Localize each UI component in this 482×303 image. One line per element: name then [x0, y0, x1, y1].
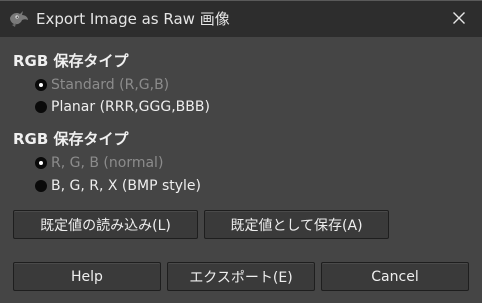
cancel-button[interactable]: Cancel — [321, 262, 469, 291]
radio-selected-indicator[interactable] — [35, 79, 47, 91]
window-title: Export Image as Raw 画像 — [36, 10, 230, 28]
radio-standard[interactable]: Standard (R,G,B) — [35, 75, 169, 95]
radio-label: B, G, R, X (BMP style) — [51, 178, 201, 194]
load-defaults-button[interactable]: 既定値の読み込み(L) — [13, 210, 198, 239]
gimp-wilber-icon — [8, 10, 30, 28]
radio-label: R, G, B (normal) — [51, 155, 164, 171]
radio-rgb-normal[interactable]: R, G, B (normal) — [35, 153, 163, 173]
export-raw-dialog: Export Image as Raw 画像 RGB 保存タイプ Standar… — [0, 0, 482, 303]
help-button[interactable]: Help — [13, 262, 161, 291]
save-defaults-button[interactable]: 既定値として保存(A) — [204, 210, 389, 239]
radio-planar[interactable]: Planar (RRR,GGG,BBB) — [35, 97, 210, 117]
section-header-rgb-save-type: RGB 保存タイプ — [13, 52, 129, 70]
radio-bgrx-bmp[interactable]: B, G, R, X (BMP style) — [35, 176, 201, 196]
radio-unselected-indicator[interactable] — [35, 101, 47, 113]
radio-label: Standard (R,G,B) — [51, 77, 170, 93]
close-icon — [452, 10, 466, 29]
radio-selected-indicator[interactable] — [35, 157, 47, 169]
radio-label: Planar (RRR,GGG,BBB) — [51, 99, 210, 115]
close-button[interactable] — [436, 1, 482, 37]
export-button[interactable]: エクスポート(E) — [167, 262, 315, 291]
radio-unselected-indicator[interactable] — [35, 180, 47, 192]
title-bar[interactable]: Export Image as Raw 画像 — [0, 1, 482, 37]
section-header-rgb-save-type-2: RGB 保存タイプ — [13, 130, 129, 148]
